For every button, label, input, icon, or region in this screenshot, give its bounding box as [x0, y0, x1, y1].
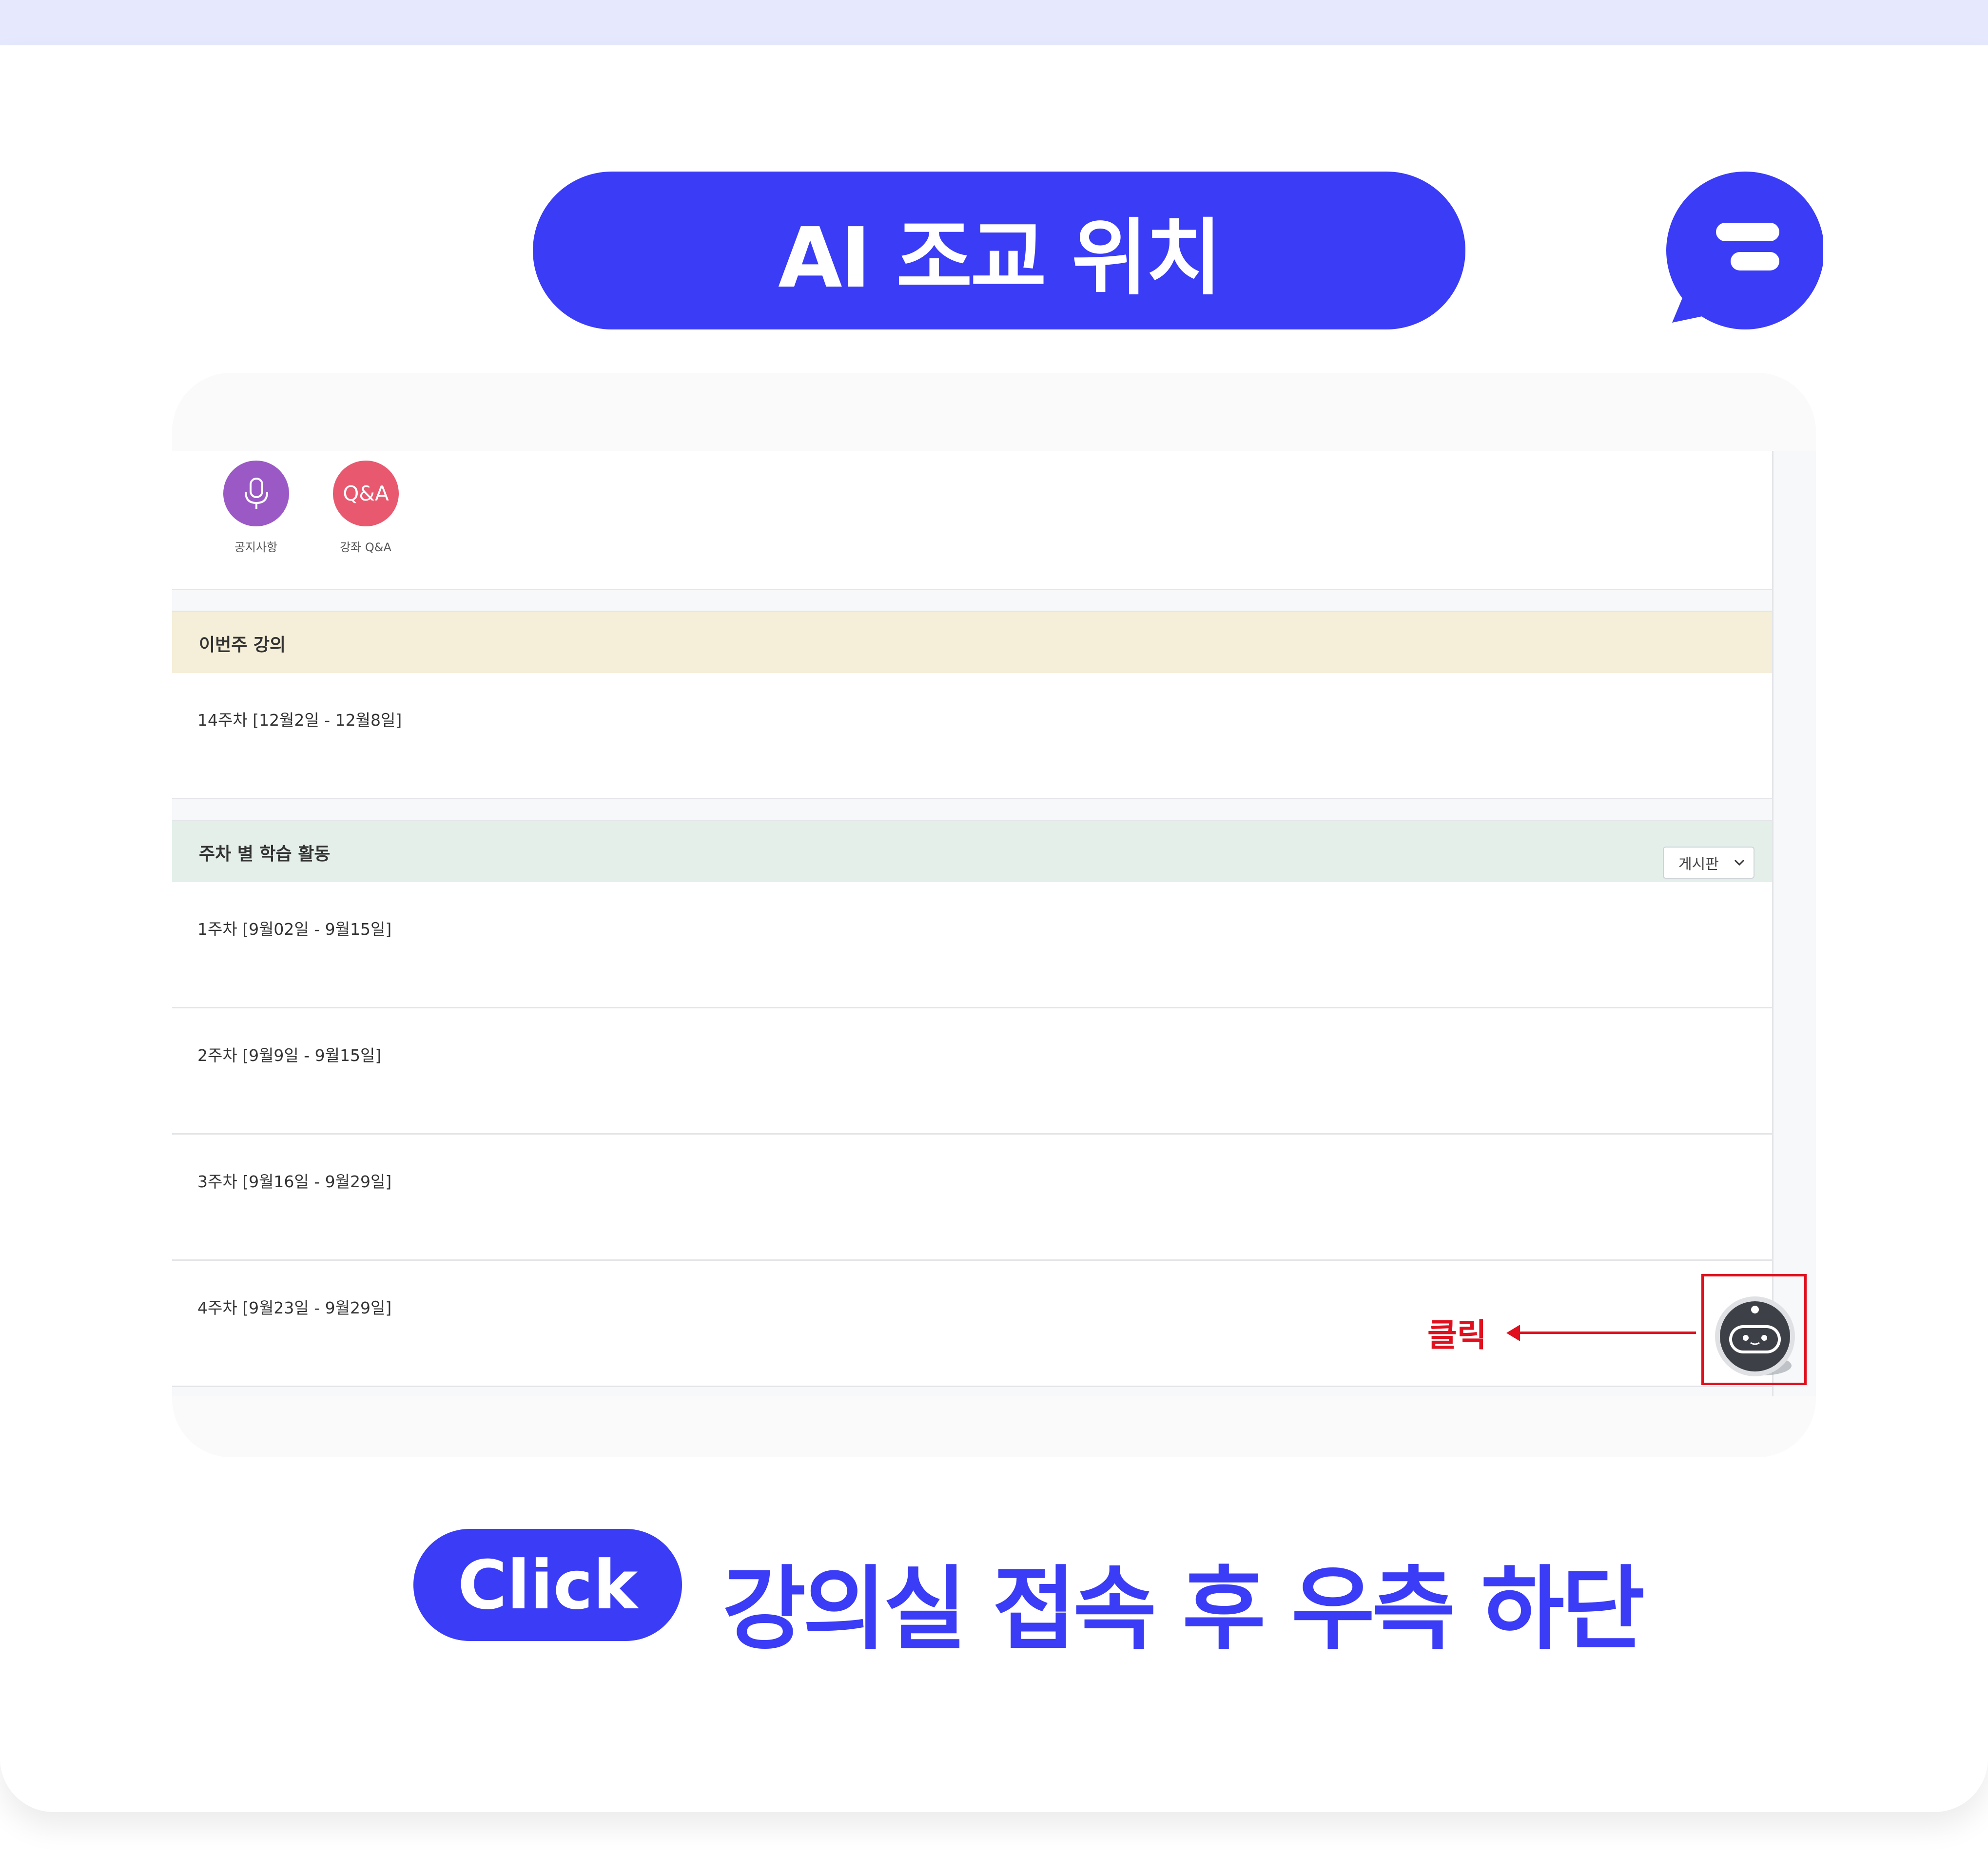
- this-week-header: 이번주 강의: [172, 611, 1774, 675]
- board-filter-select[interactable]: 게시판: [1663, 847, 1754, 879]
- arrow-left-icon: [1506, 1325, 1520, 1341]
- notice-button[interactable]: [223, 461, 289, 526]
- this-week-title: 이번주 강의: [199, 635, 286, 655]
- week-label-1[interactable]: 1주차 [9월02일 - 9월15일]: [197, 916, 391, 940]
- week-row-4[interactable]: 4주차 [9월23일 - 9월29일]: [172, 1261, 1774, 1387]
- course-page: 공지사항 Q&A 강좌 Q&A 이번주 강의 14주차 [12월2일 - 12월…: [172, 451, 1816, 1396]
- week-label-3[interactable]: 3주차 [9월16일 - 9월29일]: [197, 1169, 391, 1192]
- course-qa-label: 강좌 Q&A: [340, 540, 391, 554]
- instruction-caption: 강의실 접속 후 우측 하단: [722, 1556, 1645, 1662]
- week-label-2[interactable]: 2주차 [9월9일 - 9월15일]: [197, 1042, 381, 1066]
- ai-robot-icon[interactable]: [1714, 1295, 1796, 1378]
- week-row-3[interactable]: 3주차 [9월16일 - 9월29일]: [172, 1135, 1774, 1261]
- weekly-activity-header: 주차 별 학습 활동 게시판: [172, 820, 1774, 884]
- quick-menu: 공지사항 Q&A 강좌 Q&A: [172, 451, 1774, 590]
- microphone-icon: [244, 477, 268, 509]
- board-filter-value: 게시판: [1678, 856, 1719, 873]
- top-band: [0, 0, 1988, 45]
- chat-bubble-icon: [1666, 172, 1823, 329]
- click-badge: Click: [413, 1529, 682, 1641]
- course-qa-button[interactable]: Q&A: [333, 461, 399, 526]
- page-title: AI 조교 위치: [778, 210, 1222, 307]
- week-label-4[interactable]: 4주차 [9월23일 - 9월29일]: [197, 1295, 391, 1318]
- this-week-item[interactable]: 14주차 [12월2일 - 12월8일]: [197, 707, 402, 731]
- click-annotation: 클릭: [1427, 1316, 1487, 1354]
- weekly-activity-title: 주차 별 학습 활동: [199, 844, 331, 864]
- qa-icon: Q&A: [343, 482, 389, 505]
- lms-screenshot: 공지사항 Q&A 강좌 Q&A 이번주 강의 14주차 [12월2일 - 12월…: [172, 373, 1816, 1457]
- notice-label: 공지사항: [234, 540, 278, 554]
- week-row-2[interactable]: 2주차 [9월9일 - 9월15일]: [172, 1008, 1774, 1135]
- chevron-down-icon: [1734, 859, 1745, 866]
- this-week-row[interactable]: 14주차 [12월2일 - 12월8일]: [172, 673, 1774, 799]
- click-badge-label: Click: [457, 1545, 638, 1624]
- week-row-1[interactable]: 1주차 [9월02일 - 9월15일]: [172, 882, 1774, 1008]
- pointer-arrow-line: [1514, 1332, 1696, 1334]
- title-banner: AI 조교 위치: [533, 172, 1465, 329]
- right-rail: [1772, 451, 1816, 1396]
